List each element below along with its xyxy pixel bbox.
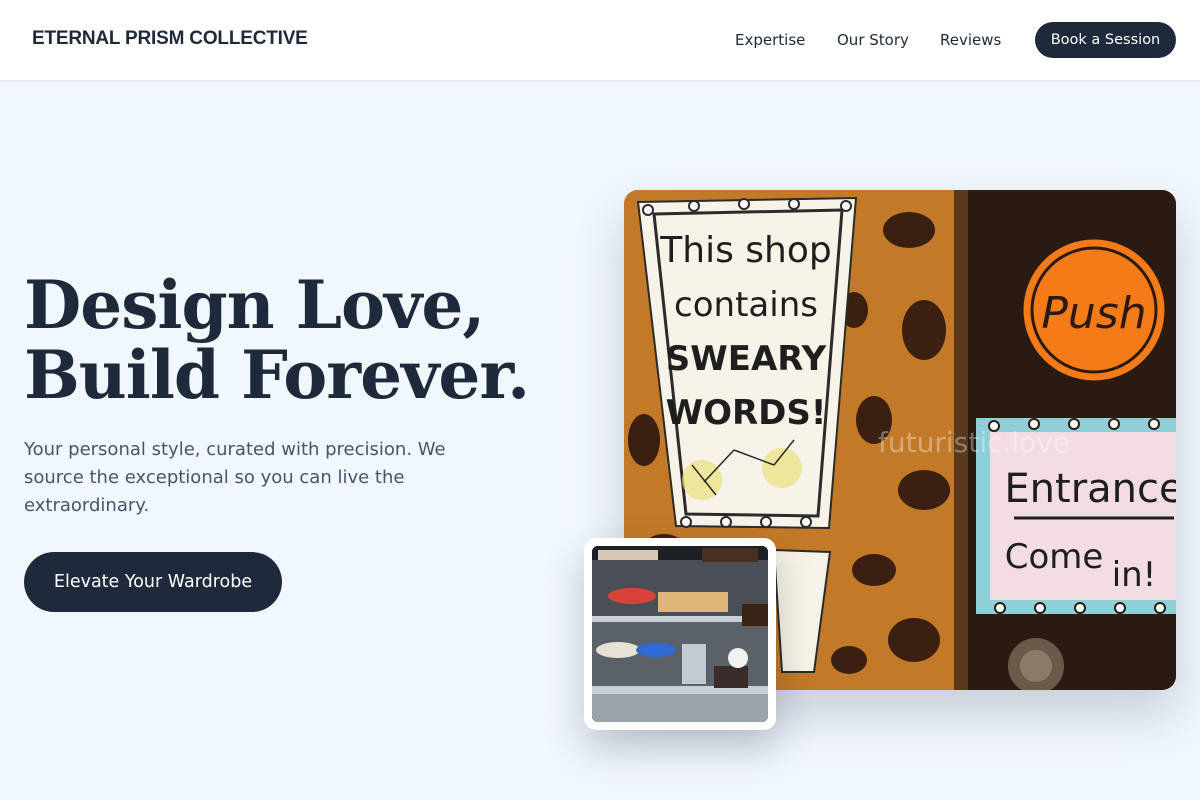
- push-sign-text: Push: [1041, 288, 1146, 339]
- hero-title-line-2: Build Forever.: [24, 336, 530, 414]
- sign-text-2: contains: [674, 285, 818, 325]
- entrance-sign-text-3: in!: [1112, 555, 1157, 595]
- thumbnail-card[interactable]: [584, 538, 776, 730]
- entrance-sign-text-2: Come: [1005, 537, 1104, 577]
- brand-logo[interactable]: ETERNAL PRISM COLLECTIVE: [32, 28, 308, 50]
- thumbnail-image-pastry-case: [592, 546, 768, 722]
- nav-link-expertise[interactable]: Expertise: [735, 31, 805, 49]
- nav-link-reviews[interactable]: Reviews: [940, 31, 1001, 49]
- nav-link-our-story[interactable]: Our Story: [837, 31, 909, 49]
- sign-text-1: This shop: [659, 230, 831, 271]
- book-session-button[interactable]: Book a Session: [1035, 22, 1176, 58]
- elevate-wardrobe-button[interactable]: Elevate Your Wardrobe: [24, 552, 282, 612]
- entrance-sign-text-1: Entrance: [1004, 466, 1176, 512]
- site-header: ETERNAL PRISM COLLECTIVE Expertise Our S…: [0, 0, 1200, 81]
- hero-subtitle: Your personal style, curated with precis…: [24, 439, 446, 516]
- image-watermark: futuristic.love: [878, 426, 1070, 459]
- hero-title-line-1: Design Love,: [24, 266, 485, 344]
- sign-text-4: WORDS!: [666, 393, 827, 433]
- hero-title: Design Love, Build Forever.: [24, 270, 584, 410]
- sign-text-3: SWEARY: [666, 339, 827, 379]
